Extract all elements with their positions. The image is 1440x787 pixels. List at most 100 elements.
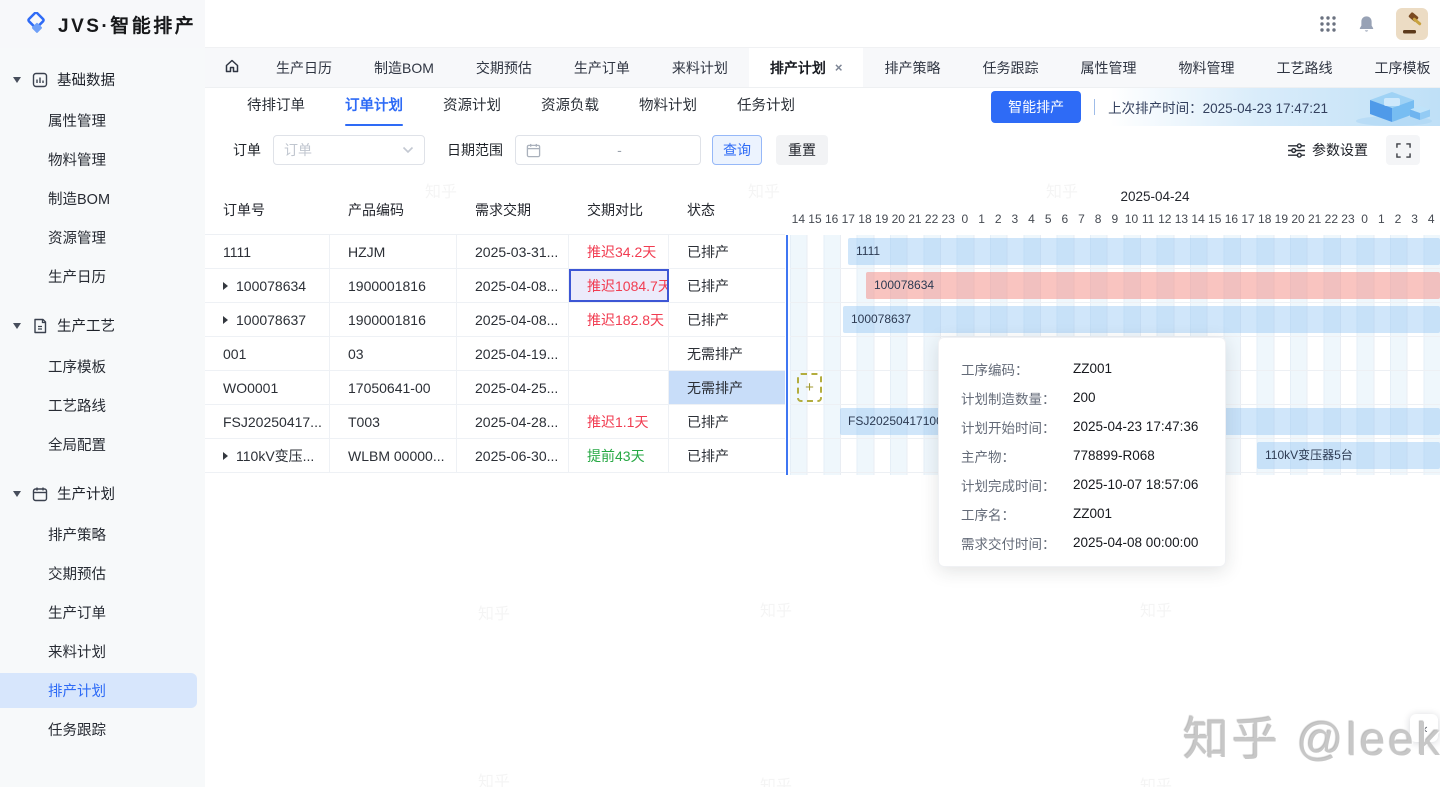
cell-due-date[interactable]: 2025-03-31...	[457, 235, 569, 268]
tab-工艺路线[interactable]: 工艺路线	[1255, 48, 1353, 87]
sidebar-item-来料计划[interactable]: 来料计划	[0, 634, 197, 669]
gantt-bar-1111[interactable]: 1111	[848, 238, 1440, 265]
cell-due-date[interactable]: 2025-06-30...	[457, 439, 569, 472]
table-row[interactable]: 10007863719000018162025-04-08...推迟182.8天…	[205, 303, 785, 337]
cell-product[interactable]: WLBM 00000...	[330, 439, 457, 472]
sidebar-item-排产计划[interactable]: 排产计划	[0, 673, 197, 708]
table-row[interactable]: 1111HZJM2025-03-31...推迟34.2天已排产	[205, 235, 785, 269]
cell-order[interactable]: 100078637	[205, 303, 330, 336]
bell-icon[interactable]	[1357, 14, 1376, 34]
gantt-add-task-box[interactable]: +	[797, 373, 822, 402]
subtab-物料计划[interactable]: 物料计划	[639, 88, 697, 126]
sidebar-group-head-生产工艺[interactable]: 生产工艺	[0, 306, 205, 345]
cell-compare[interactable]: 推迟34.2天	[569, 235, 669, 268]
cell-status[interactable]: 无需排产	[669, 371, 785, 404]
cell-due-date[interactable]: 2025-04-19...	[457, 337, 569, 370]
tab-物料管理[interactable]: 物料管理	[1157, 48, 1255, 87]
cell-product[interactable]: T003	[330, 405, 457, 438]
tab-交期预估[interactable]: 交期预估	[455, 48, 553, 87]
tab-生产日历[interactable]: 生产日历	[255, 48, 353, 87]
cell-compare[interactable]: 推迟1.1天	[569, 405, 669, 438]
cell-product[interactable]: 1900001816	[330, 303, 457, 336]
cell-due-date[interactable]: 2025-04-28...	[457, 405, 569, 438]
order-select[interactable]: 订单	[273, 135, 425, 165]
cell-status[interactable]: 已排产	[669, 269, 785, 302]
cell-order[interactable]: 1111	[205, 235, 330, 268]
cell-compare[interactable]: 推迟182.8天	[569, 303, 669, 336]
tab-制造BOM[interactable]: 制造BOM	[353, 48, 455, 87]
sidebar-group-head-生产计划[interactable]: 生产计划	[0, 474, 205, 513]
cell-status[interactable]: 已排产	[669, 439, 785, 472]
cell-order[interactable]: 110kV变压...	[205, 439, 330, 472]
cell-product[interactable]: 17050641-00	[330, 371, 457, 404]
table-row[interactable]: WO000117050641-002025-04-25... 无需排产	[205, 371, 785, 405]
sidebar-item-工序模板[interactable]: 工序模板	[0, 349, 197, 384]
cell-product[interactable]: 1900001816	[330, 269, 457, 302]
tab-任务跟踪[interactable]: 任务跟踪	[961, 48, 1059, 87]
gantt-bar-100078634[interactable]: 100078634	[866, 272, 1440, 299]
params-settings-button[interactable]: 参数设置	[1288, 140, 1368, 160]
cell-order[interactable]: WO0001	[205, 371, 330, 404]
table-gantt-splitter[interactable]	[786, 235, 788, 475]
sidebar-item-资源管理[interactable]: 资源管理	[0, 220, 197, 255]
sidebar-item-交期预估[interactable]: 交期预估	[0, 556, 197, 591]
cell-compare[interactable]	[569, 337, 669, 370]
order-plan-grid: 订单号产品编码需求交期交期对比状态1111HZJM2025-03-31...推迟…	[205, 185, 1440, 477]
tab-close-icon[interactable]: ×	[835, 60, 843, 75]
cell-product[interactable]: HZJM	[330, 235, 457, 268]
tab-来料计划[interactable]: 来料计划	[651, 48, 749, 87]
tab-排产计划[interactable]: 排产计划×	[749, 48, 864, 87]
sidebar-item-生产日历[interactable]: 生产日历	[0, 259, 197, 294]
expand-arrow-icon[interactable]	[223, 316, 228, 324]
gantt-bar-110kV变压器5台[interactable]: 110kV变压器5台	[1257, 442, 1440, 469]
tab-工序模板[interactable]: 工序模板	[1353, 48, 1440, 87]
tab-属性管理[interactable]: 属性管理	[1059, 48, 1157, 87]
cell-order[interactable]: 001	[205, 337, 330, 370]
sidebar-item-排产策略[interactable]: 排产策略	[0, 517, 197, 552]
cell-status[interactable]: 已排产	[669, 235, 785, 268]
subtab-订单计划[interactable]: 订单计划	[345, 88, 403, 126]
subtab-任务计划[interactable]: 任务计划	[737, 88, 795, 126]
expand-arrow-icon[interactable]	[223, 282, 228, 290]
sidebar-group-head-基础数据[interactable]: 基础数据	[0, 60, 205, 99]
search-button[interactable]: 查询	[712, 135, 762, 165]
cell-product[interactable]: 03	[330, 337, 457, 370]
sidebar-item-工艺路线[interactable]: 工艺路线	[0, 388, 197, 423]
table-row[interactable]: 001032025-04-19... 无需排产	[205, 337, 785, 371]
sidebar-item-属性管理[interactable]: 属性管理	[0, 103, 197, 138]
expand-arrow-icon[interactable]	[223, 452, 228, 460]
tab-home[interactable]	[205, 48, 255, 87]
sidebar-item-生产订单[interactable]: 生产订单	[0, 595, 197, 630]
reset-button[interactable]: 重置	[776, 135, 828, 165]
cell-due-date[interactable]: 2025-04-08...	[457, 303, 569, 336]
sidebar-item-制造BOM[interactable]: 制造BOM	[0, 181, 197, 216]
subtab-资源负载[interactable]: 资源负载	[541, 88, 599, 126]
table-row[interactable]: 10007863419000018162025-04-08...推迟1084.7…	[205, 269, 785, 303]
user-avatar-gavel[interactable]	[1396, 8, 1428, 40]
grid-menu-icon[interactable]	[1319, 15, 1337, 33]
subtab-待排订单[interactable]: 待排订单	[247, 88, 305, 126]
fullscreen-button[interactable]	[1386, 135, 1420, 165]
table-row[interactable]: FSJ20250417...T0032025-04-28...推迟1.1天已排产	[205, 405, 785, 439]
column-header-交期对比: 交期对比	[569, 200, 669, 220]
sidebar-item-任务跟踪[interactable]: 任务跟踪	[0, 712, 197, 747]
cell-status[interactable]: 无需排产	[669, 337, 785, 370]
cell-compare[interactable]: 推迟1084.7天	[569, 269, 669, 302]
sidebar-item-物料管理[interactable]: 物料管理	[0, 142, 197, 177]
gantt-bar-100078637[interactable]: 100078637	[843, 306, 1440, 333]
cell-order[interactable]: 100078634	[205, 269, 330, 302]
cell-status[interactable]: 已排产	[669, 405, 785, 438]
sidebar-item-全局配置[interactable]: 全局配置	[0, 427, 197, 462]
subtab-资源计划[interactable]: 资源计划	[443, 88, 501, 126]
tab-排产策略[interactable]: 排产策略	[863, 48, 961, 87]
cell-due-date[interactable]: 2025-04-08...	[457, 269, 569, 302]
table-row[interactable]: 110kV变压...WLBM 00000...2025-06-30...提前43…	[205, 439, 785, 473]
cell-order[interactable]: FSJ20250417...	[205, 405, 330, 438]
smart-schedule-button[interactable]: 智能排产	[991, 91, 1081, 123]
cell-status[interactable]: 已排产	[669, 303, 785, 336]
cell-compare[interactable]: 提前43天	[569, 439, 669, 472]
tab-生产订单[interactable]: 生产订单	[553, 48, 651, 87]
cell-due-date[interactable]: 2025-04-25...	[457, 371, 569, 404]
cell-compare[interactable]	[569, 371, 669, 404]
date-range-input[interactable]: -	[515, 135, 701, 165]
